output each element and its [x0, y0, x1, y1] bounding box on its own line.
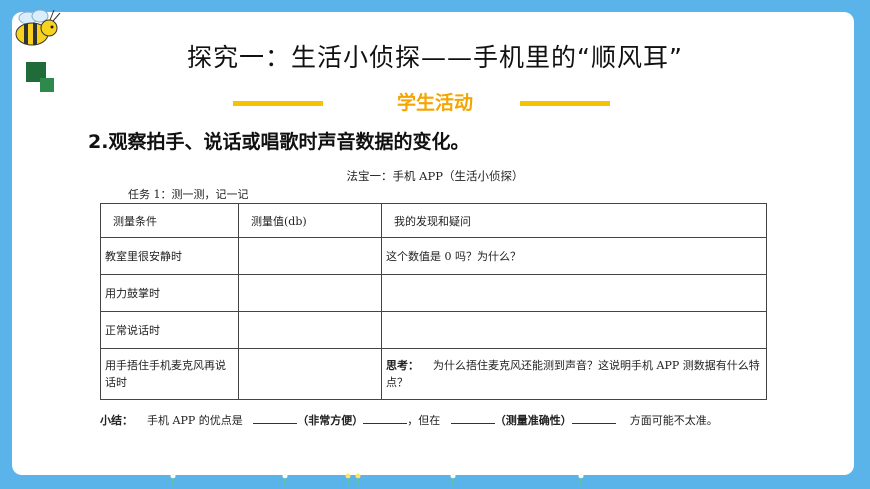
activity-heading: 2.观察拍手、说话或唱歌时声音数据的变化。 [88, 131, 470, 153]
page-title: 探究一：生活小侦探——手机里的“顺风耳” [187, 43, 683, 72]
summary-label: 小结： [100, 414, 133, 427]
header-notes: 我的发现和疑问 [381, 203, 767, 238]
think-label: 思考： [386, 359, 419, 372]
cell-note[interactable] [381, 274, 767, 312]
flower-decoration [355, 473, 361, 485]
tool-caption: 法宝一：手机 APP（生活小侦探） [346, 169, 524, 183]
blank-field[interactable] [363, 412, 408, 424]
flower-decoration [282, 473, 288, 485]
summary-hint2: （测量准确性） [494, 414, 572, 427]
cell-value[interactable] [238, 274, 382, 312]
table-row: 用手捂住手机麦克风再说话时 思考： 为什么捂住麦克风还能测到声音？这说明手机 A… [100, 348, 767, 400]
cell-note: 思考： 为什么捂住麦克风还能测到声音？这说明手机 APP 测数据有什么特点？ [381, 348, 767, 400]
cell-value[interactable] [238, 311, 382, 349]
blank-field[interactable] [571, 412, 616, 424]
table-row: 用力鼓掌时 [100, 274, 767, 312]
summary-part1: 手机 APP 的优点是 [147, 414, 243, 427]
cell-value[interactable] [238, 237, 382, 275]
summary-part2: ，但在 [407, 414, 441, 427]
cell-condition: 教室里很安静时 [100, 237, 239, 275]
summary-text: 小结： 手机 APP 的优点是 （非常方便） ，但在 （测量准确性） 方面可能不太… [100, 411, 770, 431]
think-text: 为什么捂住麦克风还能测到声音？这说明手机 APP 测数据有什么特点？ [386, 359, 760, 389]
section-subtitle: 学生活动 [396, 92, 473, 114]
measurement-table: 测量条件 测量值(db) 我的发现和疑问 教室里很安静时 这个数值是 0 吗？为… [100, 203, 767, 400]
cell-condition: 用力鼓掌时 [100, 274, 239, 312]
cell-condition: 正常说话时 [100, 311, 239, 349]
flower-decoration [578, 473, 584, 485]
blank-field[interactable] [450, 412, 495, 424]
table-header-row: 测量条件 测量值(db) 我的发现和疑问 [100, 203, 767, 238]
header-value: 测量值(db) [238, 203, 382, 238]
summary-hint1: （非常方便） [297, 414, 364, 427]
table-row: 教室里很安静时 这个数值是 0 吗？为什么？ [100, 237, 767, 275]
cell-value[interactable] [238, 348, 382, 400]
flower-decoration [170, 473, 176, 485]
cell-condition: 用手捂住手机麦克风再说话时 [100, 348, 239, 400]
header-condition: 测量条件 [100, 203, 239, 238]
blank-field[interactable] [253, 412, 298, 424]
task-label: 任务 1：测一测，记一记 [128, 188, 249, 201]
flower-decoration [345, 473, 351, 485]
summary-part3: 方面可能不太准。 [629, 414, 718, 427]
cell-note: 这个数值是 0 吗？为什么？ [381, 237, 767, 275]
cell-note[interactable] [381, 311, 767, 349]
table-row: 正常说话时 [100, 311, 767, 349]
flower-decoration [450, 473, 456, 485]
